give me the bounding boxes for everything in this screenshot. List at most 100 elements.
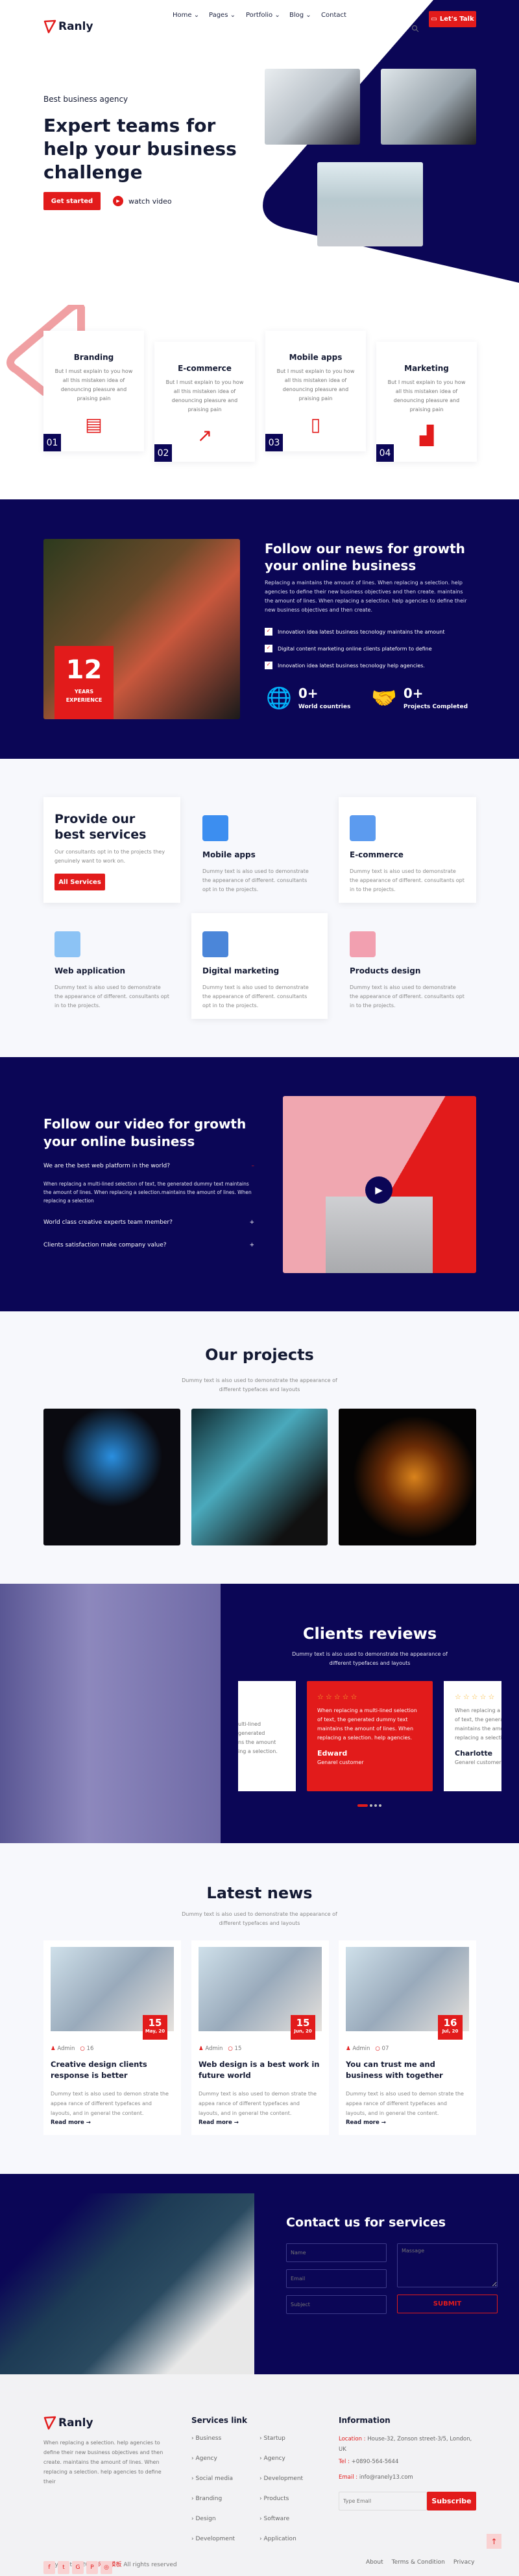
read-more-link[interactable]: Read more →: [346, 2119, 386, 2126]
reviews-title: Clients reviews: [302, 1625, 437, 1643]
twitter-icon[interactable]: t: [58, 2561, 69, 2574]
subscribe-email-input[interactable]: [339, 2492, 427, 2510]
news-title-link[interactable]: Web design is a best work in future worl…: [199, 2059, 322, 2081]
feature-card-marketing: Marketing But I must explain to you how a…: [376, 342, 477, 462]
services-link-title: Services link: [191, 2416, 247, 2425]
footer-location: Location : House-32, Zonson street-3/5, …: [339, 2436, 472, 2453]
back-to-top-button[interactable]: ↑: [487, 2534, 501, 2549]
nav-portfolio[interactable]: Portfolio ⌄: [246, 12, 280, 19]
facebook-icon[interactable]: f: [43, 2561, 55, 2574]
mobile-chart-icon: ▯: [310, 414, 321, 435]
logo-icon: [43, 19, 56, 34]
news-excerpt: Dummy text is also used to demon strate …: [51, 2091, 169, 2116]
footer-service-link[interactable]: › Development: [260, 2475, 303, 2482]
instagram-icon[interactable]: ◎: [101, 2561, 112, 2574]
comment-meta: ○ 15: [228, 2045, 242, 2052]
footer-logo[interactable]: Ranly: [43, 2416, 93, 2430]
dot[interactable]: [370, 1804, 372, 1807]
footer-service-link[interactable]: › Business: [191, 2435, 221, 2442]
privacy-link[interactable]: Privacy: [453, 2559, 475, 2566]
comment-icon: ○: [375, 2045, 380, 2052]
footer-bottom-links: About Terms & Condition Privacy: [366, 2559, 474, 2566]
read-more-link[interactable]: Read more →: [199, 2119, 239, 2126]
laptop-dollar-icon: [350, 815, 376, 841]
dot[interactable]: [379, 1804, 381, 1807]
project-workstation[interactable]: [191, 1409, 328, 1545]
nav-blog[interactable]: Blog ⌄: [289, 12, 311, 19]
project-fire-dancer[interactable]: [339, 1409, 476, 1545]
services-intro-card: Provide our best services Our consultant…: [43, 797, 180, 903]
chevron-right-icon: ›: [260, 2435, 262, 2442]
nav-home[interactable]: Home ⌄: [173, 12, 199, 19]
footer-service-link[interactable]: › Software: [260, 2516, 289, 2522]
news-title-link[interactable]: You can trust me and business with toget…: [346, 2059, 469, 2081]
footer-service-link[interactable]: › Development: [191, 2536, 235, 2542]
video-section: Follow our video for growth your online …: [0, 1057, 519, 1311]
google-icon[interactable]: G: [72, 2561, 84, 2574]
play-video-button[interactable]: ▶: [365, 1176, 392, 1204]
footer-service-link[interactable]: › Design: [191, 2516, 216, 2522]
footer-service-link[interactable]: › Agency: [260, 2455, 285, 2462]
features-section: Branding But I must explain to you how al…: [0, 285, 519, 499]
footer-service-link[interactable]: › Social media: [191, 2475, 233, 2482]
terms-link[interactable]: Terms & Condition: [392, 2559, 445, 2566]
faq-item-3[interactable]: Clients satisfaction make company value?…: [43, 1242, 254, 1248]
checklist: ✓ Innovation idea latest business tecnolo…: [265, 623, 444, 674]
date-badge: 15 Jun, 20: [291, 2015, 315, 2040]
news-section: Latest news Dummy text is also used to d…: [0, 1843, 519, 2174]
chevron-right-icon: ›: [260, 2496, 262, 2502]
footer-service-link[interactable]: › Products: [260, 2496, 289, 2502]
search-icon[interactable]: [411, 25, 419, 32]
author-meta: ♟ Admin: [199, 2045, 223, 2052]
review-card-active: ☆☆☆☆☆ When replacing a multi-lined selec…: [307, 1681, 433, 1791]
submit-button[interactable]: SUBMIT: [397, 2295, 498, 2313]
contact-photo: [0, 2193, 254, 2374]
news-excerpt: Dummy text is also used to demon strate …: [346, 2091, 464, 2116]
read-more-link[interactable]: Read more →: [51, 2119, 91, 2126]
reviews-photo: [0, 1584, 221, 1843]
date-badge: 16 Jul, 20: [438, 2015, 463, 2040]
message-textarea[interactable]: [397, 2243, 498, 2287]
author-meta: ♟ Admin: [346, 2045, 370, 2052]
chevron-right-icon: ›: [191, 2536, 194, 2542]
project-umbrella[interactable]: [43, 1409, 180, 1545]
comment-icon: ○: [80, 2045, 85, 2052]
dot-active[interactable]: [357, 1804, 368, 1807]
review-card-prev: ulti-lined generated ns the amount ing a…: [238, 1681, 296, 1791]
subject-input[interactable]: [286, 2295, 387, 2314]
feature-number: 04: [376, 444, 394, 462]
about-title: Follow our news for growth your online b…: [265, 541, 465, 573]
hero-section: Ranly Home ⌄ Pages ⌄ Portfolio ⌄ Blog ⌄ …: [0, 0, 519, 285]
logo[interactable]: Ranly: [43, 19, 93, 34]
about-section: 12 YEARS EXPERIENCE Follow our news for …: [0, 499, 519, 759]
about-link[interactable]: About: [366, 2559, 383, 2566]
lets-talk-button[interactable]: ▭ Let's Talk: [429, 11, 476, 27]
subscribe-button[interactable]: Subscribe: [427, 2492, 476, 2510]
hero-title: Expert teams for help your business chal…: [43, 115, 237, 183]
nav-contact[interactable]: Contact: [321, 12, 346, 19]
name-input[interactable]: [286, 2243, 387, 2262]
chevron-right-icon: ›: [191, 2496, 194, 2502]
faq-item-2[interactable]: World class creative experts team member…: [43, 1219, 254, 1226]
footer-service-link[interactable]: › Agency: [191, 2455, 217, 2462]
reviews-section: Clients reviews Dummy text is also used …: [0, 1584, 519, 1843]
faq-item-1[interactable]: We are the best web platform in the worl…: [43, 1163, 254, 1169]
nav-pages[interactable]: Pages ⌄: [209, 12, 235, 19]
footer-about: When replacing a selection. help agencie…: [43, 2440, 163, 2485]
watch-video-button[interactable]: ▶ watch video: [113, 196, 172, 206]
pinterest-icon[interactable]: P: [86, 2561, 98, 2574]
all-services-button[interactable]: All Services: [54, 874, 105, 890]
get-started-button[interactable]: Get started: [43, 192, 101, 210]
dot[interactable]: [374, 1804, 377, 1807]
globe-chart-icon: 🌐: [266, 686, 292, 710]
feature-card-branding: Branding But I must explain to you how al…: [43, 331, 144, 451]
email-input[interactable]: [286, 2269, 387, 2288]
document-chart-icon: ▤: [85, 414, 103, 435]
footer-service-link[interactable]: › Branding: [191, 2496, 222, 2502]
news-title-link[interactable]: Creative design clients response is bett…: [51, 2059, 174, 2081]
carousel-dots: [357, 1804, 381, 1807]
footer-service-link[interactable]: › Startup: [260, 2435, 285, 2442]
footer-service-link[interactable]: › Application: [260, 2536, 296, 2542]
logo-icon: [43, 2416, 56, 2430]
comment-meta: ○ 07: [375, 2045, 389, 2052]
